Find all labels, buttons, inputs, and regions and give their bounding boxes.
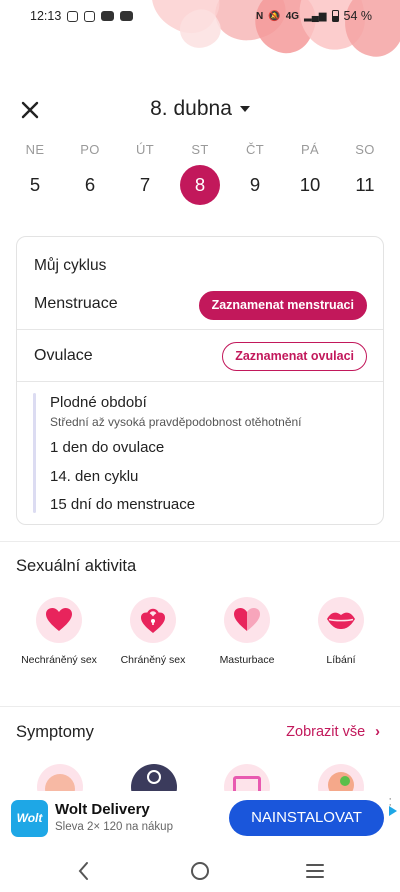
signal-icon: ▂▄▆ [304, 10, 327, 22]
activity-label: Masturbace [219, 654, 275, 666]
activity-label: Chráněný sex [120, 654, 186, 666]
status-right: N 🔕 4G ▂▄▆ 54 % [256, 9, 372, 23]
symptoms-title: Symptomy [16, 723, 94, 741]
back-icon [78, 862, 88, 880]
day-number: 8 [180, 165, 220, 205]
days-to-ovulation: 1 den do ovulace [50, 439, 165, 456]
ad-title: Wolt Delivery [55, 801, 150, 818]
day-st-selected[interactable]: ST 8 [178, 141, 222, 205]
system-nav-bar [0, 850, 400, 892]
divider [17, 381, 383, 382]
cycle-day: 14. den cyklu [50, 468, 139, 485]
day-ut[interactable]: ÚT 7 [123, 141, 167, 205]
day-ne[interactable]: NE 5 [13, 141, 57, 205]
fertile-title: Plodné období [50, 394, 147, 411]
day-po[interactable]: PO 6 [68, 141, 112, 205]
mute-icon: 🔕 [268, 10, 281, 22]
day-number: 10 [299, 174, 321, 195]
activity-label: Líbání [326, 654, 356, 666]
section-divider [0, 706, 400, 707]
day-name: ÚT [136, 142, 154, 157]
caret-down-icon [239, 106, 250, 113]
network-type: 4G [285, 10, 300, 22]
date-title: 8. dubna [150, 97, 232, 120]
activity-masturbation[interactable]: Masturbace [199, 597, 295, 666]
see-all-link[interactable]: Zobrazit vše › [286, 724, 380, 740]
day-number: 7 [139, 174, 151, 195]
activity-label: Nechráněný sex [21, 654, 97, 666]
nfc-icon: N [256, 10, 264, 22]
ad-choices-icon[interactable] [389, 806, 397, 816]
home-icon [191, 862, 209, 880]
instagram-icon [84, 10, 96, 22]
clock: 12:13 [30, 9, 62, 23]
info-bar [33, 393, 36, 513]
date-selector[interactable]: 8. dubna [0, 97, 400, 121]
week-strip: NE 5 PO 6 ÚT 7 ST 8 ČT 9 PÁ 10 SO 11 [0, 141, 400, 211]
ad-banner[interactable]: Wolt Wolt Delivery Sleva 2× 120 na nákup… [0, 791, 400, 845]
log-menstruation-button[interactable]: Zaznamenat menstruaci [198, 291, 367, 320]
day-name: PO [80, 142, 100, 157]
status-bar: 12:13 N 🔕 4G ▂▄▆ 54 % [0, 0, 400, 60]
activity-unprotected-sex[interactable]: Nechráněný sex [11, 597, 107, 666]
day-name: ST [191, 142, 209, 157]
divider [17, 329, 383, 330]
menstruation-label: Menstruace [34, 295, 118, 312]
day-number: 5 [29, 174, 41, 195]
day-ct[interactable]: ČT 9 [233, 141, 277, 205]
ribbon-icon [147, 770, 161, 784]
youtube-icon [101, 11, 115, 21]
activity-kissing[interactable]: Líbání [293, 597, 389, 666]
cycle-card: Můj cyklus Menstruace Zaznamenat menstru… [16, 236, 384, 525]
fertile-subtitle: Střední až vysoká pravděpodobnost otěhot… [50, 415, 302, 429]
activity-protected-sex[interactable]: Chráněný sex [105, 597, 201, 666]
battery-level: 54 % [343, 9, 373, 23]
home-button[interactable] [187, 858, 213, 884]
day-name: NE [25, 142, 45, 157]
heart-lock-icon [130, 597, 176, 643]
days-to-menstruation: 15 dní do menstruace [50, 496, 196, 513]
heart-icon [36, 597, 82, 643]
ad-subtitle: Sleva 2× 120 na nákup [55, 821, 173, 833]
day-name: SO [355, 142, 375, 157]
status-left: 12:13 [30, 9, 134, 23]
recents-button[interactable] [302, 858, 328, 884]
day-number: 6 [84, 174, 96, 195]
log-ovulation-button[interactable]: Zaznamenat ovulaci [222, 342, 367, 371]
sexual-activity-title: Sexuální aktivita [16, 557, 137, 575]
cycle-title: Můj cyklus [34, 257, 107, 274]
back-button[interactable] [71, 858, 97, 884]
day-number: 11 [355, 174, 375, 195]
menu-icon [306, 864, 324, 878]
section-divider [0, 541, 400, 542]
chevron-right-icon: › [375, 724, 380, 740]
day-so[interactable]: SO 11 [343, 141, 387, 205]
day-name: ČT [246, 142, 264, 157]
half-heart-icon [224, 597, 270, 643]
youtube-icon [120, 11, 134, 21]
lips-icon [318, 597, 364, 643]
day-number: 9 [249, 174, 261, 195]
wolt-logo: Wolt [11, 800, 48, 837]
install-button[interactable]: NAINSTALOVAT [229, 800, 384, 836]
see-all-label: Zobrazit vše [286, 724, 366, 740]
battery-icon [331, 10, 339, 22]
instagram-icon [67, 10, 79, 22]
ovulation-label: Ovulace [34, 347, 93, 364]
day-pa[interactable]: PÁ 10 [288, 141, 332, 205]
fertile-info: Plodné období Střední až vysoká pravděpo… [33, 393, 373, 513]
face-icon-detail [340, 776, 350, 786]
day-name: PÁ [301, 142, 319, 157]
